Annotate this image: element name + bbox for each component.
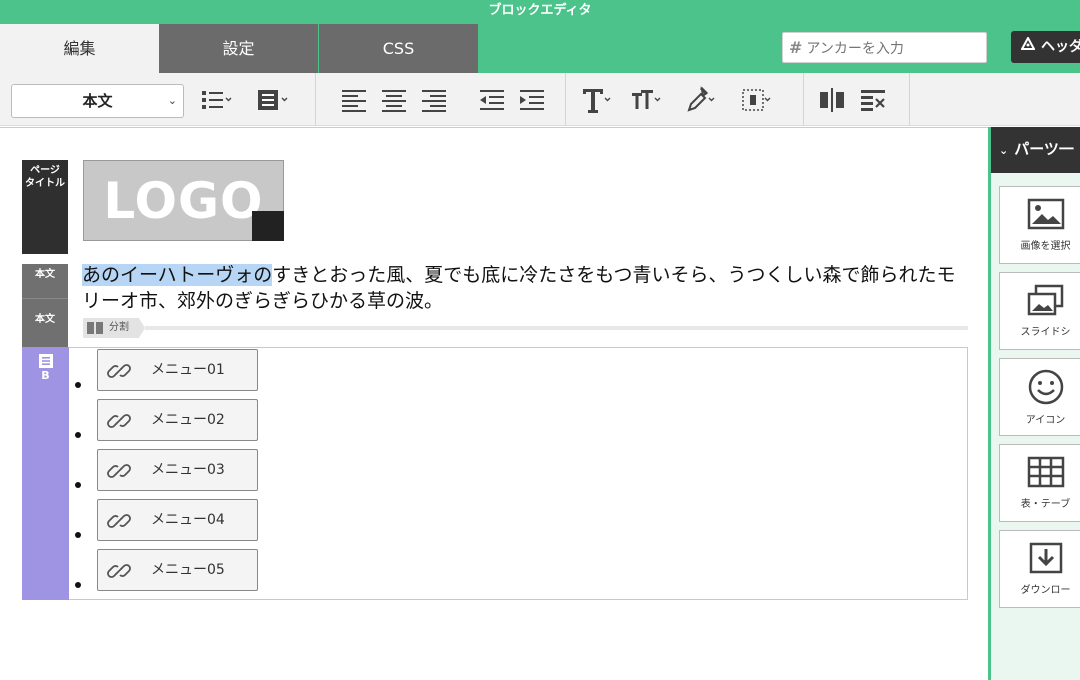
table-icon (1027, 456, 1064, 488)
smiley-icon (1028, 369, 1063, 405)
parts-panel: ⌄ パーツ一 画像を選択 スライドシ アイコン 表・テーブ ダウンロー (988, 127, 1080, 680)
header-button[interactable]: ヘッダ (1011, 31, 1080, 63)
hash-icon: # (789, 38, 803, 57)
link-icon (106, 558, 132, 584)
parts-panel-title: パーツ一 (1014, 140, 1074, 158)
toolbar-group-misc (804, 73, 910, 126)
split-label: 分割 (109, 322, 129, 333)
body-label-1: 本文 (22, 264, 68, 298)
text-style-icon[interactable] (580, 85, 612, 115)
tab-edit[interactable]: 編集 (0, 24, 159, 73)
block-type-value: 本文 (82, 92, 113, 110)
list-block-icon (38, 353, 54, 369)
list-block-label: B (22, 347, 69, 600)
menu-link-label: メニュー04 (151, 512, 225, 528)
part-image[interactable]: 画像を選択 (999, 186, 1080, 264)
tab-row: 編集 設定 CSS # ヘッダ (0, 24, 1080, 73)
app-title: ブロックエディタ (0, 0, 1080, 24)
part-slideshow[interactable]: スライドシ (999, 272, 1080, 350)
border-select-icon[interactable] (740, 85, 772, 115)
image-icon (1027, 198, 1064, 230)
outdent-icon[interactable] (476, 85, 508, 115)
list-bullet (75, 482, 81, 488)
part-download[interactable]: ダウンロー (999, 530, 1080, 608)
align-center-icon[interactable] (378, 85, 410, 115)
menu-link-label: メニュー03 (151, 462, 225, 478)
eyedropper-icon[interactable] (684, 85, 716, 115)
align-left-icon[interactable] (338, 85, 370, 115)
logo-text: LOGO (103, 172, 264, 230)
menu-link-button[interactable]: メニュー05 (97, 549, 258, 591)
anchor-input[interactable] (806, 41, 977, 57)
page-title-label: ページ タイトル (22, 160, 68, 254)
list-bullet (75, 582, 81, 588)
clear-format-icon[interactable] (858, 85, 890, 115)
part-icon-label: アイコン (1025, 415, 1066, 426)
insert-column-icon[interactable] (816, 85, 848, 115)
link-icon (106, 408, 132, 434)
menu-link-button[interactable]: メニュー02 (97, 399, 258, 441)
chevron-down-icon: ⌄ (167, 94, 177, 107)
font-size-icon[interactable] (630, 85, 662, 115)
link-icon (106, 508, 132, 534)
selected-text: あのイーハトーヴォの (82, 264, 273, 286)
body-paragraph[interactable]: あのイーハトーヴォのすきとおった風、夏でも底に冷たさをもつ青いそら、うつくしい森… (82, 262, 962, 314)
parts-panel-header[interactable]: ⌄ パーツ一 (991, 127, 1080, 173)
menu-link-label: メニュー01 (151, 362, 225, 378)
chevron-down-icon: ⌄ (999, 144, 1009, 157)
image-replace-icon[interactable] (252, 211, 284, 260)
logo-placeholder[interactable]: LOGO (83, 160, 284, 260)
split-divider (145, 326, 968, 330)
list-bullet (75, 532, 81, 538)
menu-link-button[interactable]: メニュー03 (97, 449, 258, 491)
link-icon (106, 358, 132, 384)
toolbar-group-block: 本文 ⌄ (0, 73, 316, 126)
menu-link-label: メニュー05 (151, 562, 225, 578)
part-table[interactable]: 表・テーブ (999, 444, 1080, 522)
tab-settings[interactable]: 設定 (159, 24, 318, 73)
indent-icon[interactable] (516, 85, 548, 115)
block-type-select[interactable]: 本文 ⌄ (11, 84, 184, 118)
part-icon[interactable]: アイコン (999, 358, 1080, 436)
body-label-2: 本文 (22, 298, 68, 347)
toolbar-group-align (316, 73, 566, 126)
split-icon (87, 322, 105, 334)
editor-canvas[interactable]: ページ タイトル LOGO 本文 本文 あのイーハトーヴォのすきとおった風、夏で… (0, 127, 988, 680)
download-icon (1029, 542, 1062, 574)
part-image-label: 画像を選択 (1020, 241, 1071, 252)
header-button-label: ヘッダ (1041, 39, 1080, 55)
header-icon (1020, 31, 1036, 63)
menu-link-label: メニュー02 (151, 412, 225, 428)
anchor-field[interactable]: # (782, 32, 987, 63)
part-table-label: 表・テーブ (1020, 499, 1071, 510)
menu-link-button[interactable]: メニュー01 (97, 349, 258, 391)
block-editor-app: ブロックエディタ 編集 設定 CSS # ヘッダ 本文 ⌄ (0, 0, 1080, 680)
split-tag[interactable]: 分割 (83, 318, 145, 338)
menu-link-button[interactable]: メニュー04 (97, 499, 258, 541)
list-bullet (75, 382, 81, 388)
part-download-label: ダウンロー (1020, 585, 1071, 596)
part-slideshow-label: スライドシ (1020, 327, 1071, 338)
tab-css[interactable]: CSS (319, 24, 478, 73)
align-right-icon[interactable] (418, 85, 450, 115)
unordered-list-icon[interactable] (200, 85, 232, 115)
link-icon (106, 458, 132, 484)
list-block-letter: B (41, 369, 50, 382)
toolbar-group-text (566, 73, 804, 126)
list-bullet (75, 432, 81, 438)
slideshow-icon (1027, 284, 1063, 316)
toolbar: 本文 ⌄ (0, 73, 1080, 126)
block-style-icon[interactable] (256, 85, 288, 115)
